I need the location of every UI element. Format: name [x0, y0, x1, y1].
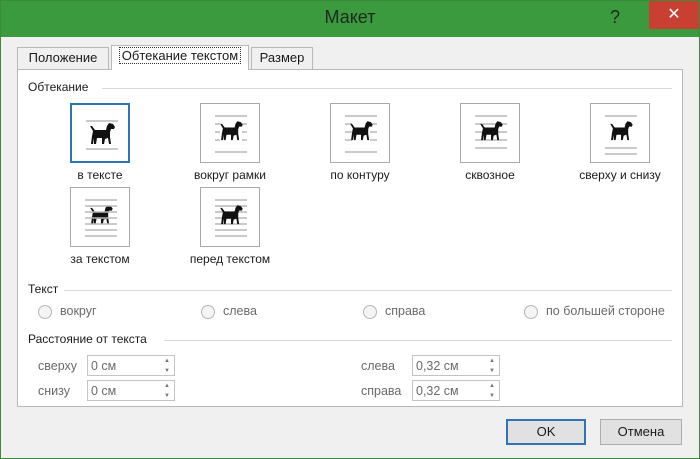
wrap-through-icon — [475, 115, 507, 149]
spin-up-icon[interactable]: ▲ — [485, 381, 499, 391]
ok-button[interactable]: OK — [506, 419, 586, 445]
distance-left-spinner[interactable]: 0,32 см ▲ ▼ — [412, 355, 500, 376]
layout-dialog: Макет ? ✕ Положение Обтекание текстом Ра… — [0, 0, 700, 459]
distance-right-spinner[interactable]: 0,32 см ▲ ▼ — [412, 380, 500, 401]
wrap-option-label: вокруг рамки — [194, 168, 266, 182]
wrap-option-label: по контуру — [330, 168, 390, 182]
distance-group-divider — [164, 340, 672, 341]
spin-down-icon[interactable]: ▼ — [160, 391, 174, 401]
dialog-title: Макет — [324, 7, 376, 27]
text-group-divider — [64, 290, 672, 291]
wrap-option-label: в тексте — [77, 168, 123, 182]
spin-down-icon[interactable]: ▼ — [160, 366, 174, 376]
tab-size[interactable]: Размер — [251, 47, 313, 69]
distance-bottom-spinner[interactable]: 0 см ▲ ▼ — [87, 380, 175, 401]
tab-position[interactable]: Положение — [17, 47, 109, 69]
wrapping-group-divider — [102, 88, 672, 89]
spin-up-icon[interactable]: ▲ — [160, 381, 174, 391]
radio-icon — [524, 305, 538, 319]
distance-group-label: Расстояние от текста — [28, 332, 147, 346]
spin-up-icon[interactable]: ▲ — [160, 356, 174, 366]
distance-left-label: слева — [361, 359, 395, 373]
distance-bottom-label: снизу — [38, 384, 70, 398]
distance-top-spinner[interactable]: 0 см ▲ ▼ — [87, 355, 175, 376]
wrap-top-bottom-icon — [605, 115, 637, 155]
radio-icon — [38, 305, 52, 319]
wrap-option-label: перед текстом — [189, 252, 271, 266]
wrap-square-icon — [215, 115, 247, 153]
spin-up-icon[interactable]: ▲ — [485, 356, 499, 366]
wrap-option-through[interactable]: сквозное — [421, 103, 551, 182]
spin-down-icon[interactable]: ▼ — [485, 366, 499, 376]
wrap-option-tight[interactable]: по контуру — [291, 103, 421, 182]
dog-icon — [220, 205, 243, 225]
dog-icon — [90, 205, 113, 225]
dog-icon — [350, 121, 373, 141]
wrap-option-inline[interactable]: в тексте — [31, 103, 161, 182]
dog-icon — [90, 123, 115, 144]
wrapping-group-label: Обтекание — [28, 80, 89, 94]
cancel-button[interactable]: Отмена — [600, 419, 682, 445]
close-icon[interactable]: ✕ — [649, 1, 699, 29]
wrap-option-in-front[interactable]: перед текстом — [161, 187, 291, 266]
wrap-option-label: за текстом — [70, 252, 130, 266]
wrap-in-front-icon — [215, 199, 247, 237]
tab-panel: Обтекание в тексте вокруг рамки по конту… — [17, 69, 683, 407]
wrap-option-square[interactable]: вокруг рамки — [161, 103, 291, 182]
distance-right-label: справа — [361, 384, 402, 398]
wrap-option-behind[interactable]: за текстом — [31, 187, 161, 266]
title-bar: Макет ? ✕ — [1, 1, 699, 37]
wrap-option-label: сверху и снизу — [579, 168, 661, 182]
tab-text-wrapping[interactable]: Обтекание текстом — [111, 45, 249, 70]
wrap-option-top-bottom[interactable]: сверху и снизу — [551, 103, 681, 182]
distance-top-label: сверху — [38, 359, 78, 373]
dog-icon — [220, 121, 243, 141]
spin-down-icon[interactable]: ▼ — [485, 391, 499, 401]
wrap-option-label: сквозное — [465, 168, 515, 182]
wrap-inline-icon — [86, 120, 118, 150]
radio-icon — [363, 305, 377, 319]
help-icon[interactable]: ? — [603, 5, 627, 29]
radio-icon — [201, 305, 215, 319]
text-group-label: Текст — [28, 282, 59, 296]
wrap-tight-icon — [345, 115, 377, 153]
dog-icon — [610, 121, 633, 141]
wrap-behind-icon — [85, 199, 117, 237]
